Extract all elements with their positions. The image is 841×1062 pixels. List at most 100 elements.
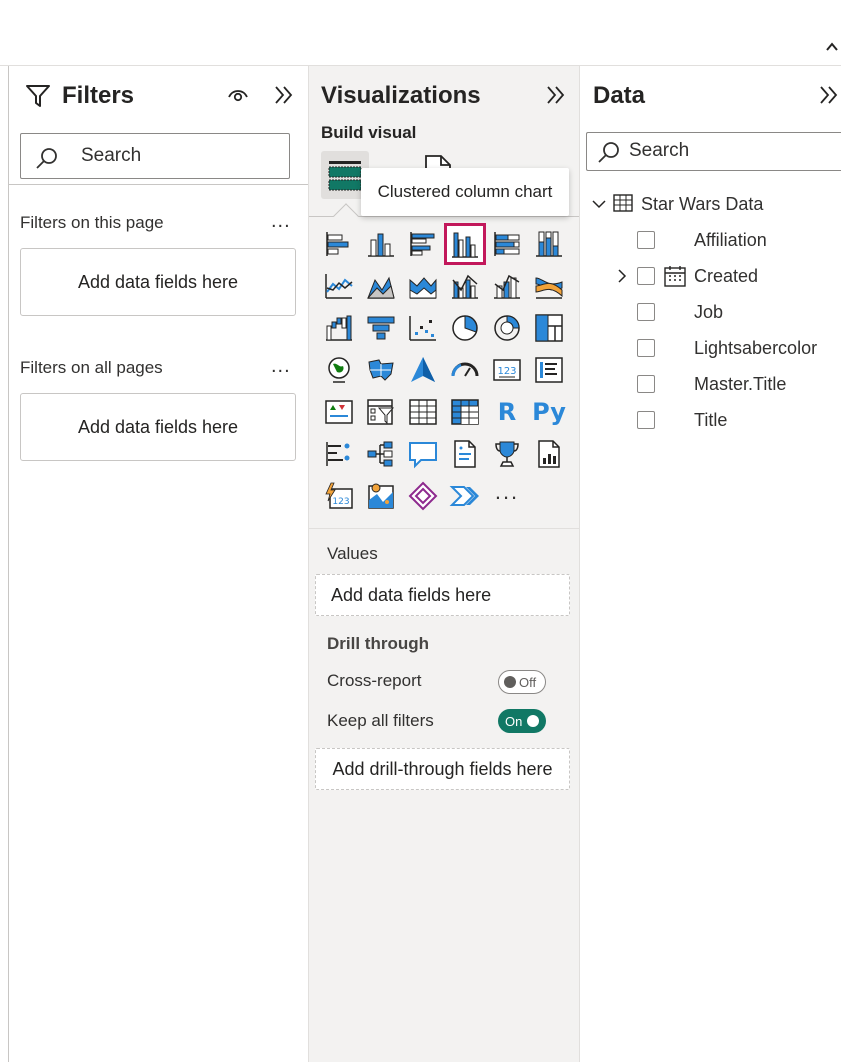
py-label: Py: [532, 398, 566, 426]
table-icon: [613, 194, 633, 212]
cross-report-label: Cross-report: [327, 671, 422, 690]
table-name[interactable]: Star Wars Data: [641, 194, 763, 215]
paginated-report-icon[interactable]: [531, 436, 567, 472]
field-name[interactable]: Lightsabercolor: [694, 338, 817, 359]
search-placeholder: Search: [81, 145, 142, 166]
field-name[interactable]: Job: [694, 302, 723, 323]
toggle-knob: [504, 676, 516, 688]
search-icon: [36, 148, 57, 169]
power-automate-icon[interactable]: [447, 478, 483, 514]
filters-pane: Filters Search Filters on this page ... …: [9, 66, 309, 1062]
smart-narrative-icon[interactable]: [447, 436, 483, 472]
filters-search-input[interactable]: Search: [20, 133, 290, 179]
data-search-input[interactable]: Search: [586, 132, 841, 171]
active-tab-indicator: [333, 203, 359, 229]
more-visuals-icon[interactable]: ...: [489, 478, 525, 514]
donut-chart-icon[interactable]: [489, 310, 525, 346]
kpi-icon[interactable]: [321, 394, 357, 430]
python-visual-icon[interactable]: Py: [531, 394, 567, 430]
search-icon: [598, 142, 619, 163]
line-chart-icon[interactable]: [321, 268, 357, 304]
field-name[interactable]: Created: [694, 266, 758, 287]
100-stacked-bar-chart-icon[interactable]: [489, 226, 525, 262]
metrics-icon[interactable]: [489, 436, 525, 472]
pie-chart-icon[interactable]: [447, 310, 483, 346]
drill-through-label: Drill through: [327, 634, 429, 653]
field-name[interactable]: Affiliation: [694, 230, 767, 251]
svg-text:123: 123: [497, 366, 516, 377]
field-name[interactable]: Master.Title: [694, 374, 786, 395]
clustered-bar-chart-icon[interactable]: [405, 226, 441, 262]
field-checkbox[interactable]: [637, 339, 655, 357]
data-title: Data: [593, 82, 646, 109]
key-influencers-icon[interactable]: [321, 436, 357, 472]
matrix-icon[interactable]: [447, 394, 483, 430]
visualizations-title: Visualizations: [321, 82, 481, 109]
filters-all-pages-drop-zone[interactable]: Add data fields here: [20, 393, 296, 461]
filters-page-drop-zone[interactable]: Add data fields here: [20, 248, 296, 316]
power-apps-diamond-icon[interactable]: [405, 478, 441, 514]
table-icon[interactable]: [405, 394, 441, 430]
drill-through-drop-zone[interactable]: Add drill-through fields here: [315, 748, 570, 790]
toggle-state: Off: [519, 674, 537, 690]
gauge-icon[interactable]: [447, 352, 483, 388]
line-stacked-column-chart-icon[interactable]: [489, 268, 525, 304]
chevron-up-icon[interactable]: [825, 40, 839, 54]
keep-all-filters-label: Keep all filters: [327, 711, 434, 730]
ribbon-area: [0, 0, 841, 66]
clustered-column-chart-icon[interactable]: [444, 223, 486, 265]
arcgis-map-icon[interactable]: [363, 478, 399, 514]
filters-title: Filters: [62, 82, 135, 109]
visual-tooltip: Clustered column chart: [361, 168, 569, 216]
100-stacked-column-chart-icon[interactable]: [531, 226, 567, 262]
area-chart-icon[interactable]: [363, 268, 399, 304]
more-options-button[interactable]: ...: [271, 210, 291, 233]
funnel-chart-icon[interactable]: [363, 310, 399, 346]
scatter-chart-icon[interactable]: [405, 310, 441, 346]
more-options-button[interactable]: ...: [271, 355, 291, 378]
more-label: ...: [494, 479, 520, 504]
data-pane: Data Search Star Wars Data Affiliation C…: [580, 66, 841, 1062]
cross-report-toggle[interactable]: Off: [498, 670, 546, 694]
field-checkbox[interactable]: [637, 267, 655, 285]
expand-pane-icon[interactable]: [545, 84, 567, 106]
toggle-knob: [527, 715, 540, 727]
treemap-icon[interactable]: [531, 310, 567, 346]
multi-row-card-icon[interactable]: [531, 352, 567, 388]
line-clustered-column-chart-icon[interactable]: [447, 268, 483, 304]
field-checkbox[interactable]: [637, 375, 655, 393]
keep-all-filters-toggle[interactable]: On: [498, 709, 546, 733]
qa-icon[interactable]: [405, 436, 441, 472]
calendar-icon: [664, 266, 686, 287]
build-visual-label: Build visual: [321, 123, 417, 142]
values-drop-zone[interactable]: Add data fields here: [315, 574, 570, 616]
slicer-icon[interactable]: [363, 394, 399, 430]
expand-pane-icon[interactable]: [273, 84, 295, 106]
r-script-visual-icon[interactable]: R: [489, 394, 525, 430]
azure-map-icon[interactable]: [405, 352, 441, 388]
waterfall-chart-icon[interactable]: [321, 310, 357, 346]
ribbon-chart-icon[interactable]: [531, 268, 567, 304]
chevron-right-icon[interactable]: [615, 268, 629, 284]
stacked-area-chart-icon[interactable]: [405, 268, 441, 304]
toggle-state: On: [505, 713, 523, 729]
r-label: R: [497, 398, 517, 426]
field-checkbox[interactable]: [637, 303, 655, 321]
expand-pane-icon[interactable]: [818, 84, 840, 106]
card-icon[interactable]: 123: [489, 352, 525, 388]
filled-map-icon[interactable]: [363, 352, 399, 388]
field-checkbox[interactable]: [637, 411, 655, 429]
divider: [309, 528, 579, 529]
stacked-column-chart-icon[interactable]: [363, 226, 399, 262]
power-apps-icon[interactable]: 123: [321, 478, 357, 514]
search-placeholder: Search: [629, 140, 690, 161]
map-icon[interactable]: [321, 352, 357, 388]
chevron-down-icon[interactable]: [591, 196, 607, 212]
values-label: Values: [327, 544, 378, 563]
field-name[interactable]: Title: [694, 410, 727, 431]
decomposition-tree-icon[interactable]: [363, 436, 399, 472]
divider: [9, 184, 308, 185]
stacked-bar-chart-icon[interactable]: [321, 226, 357, 262]
field-checkbox[interactable]: [637, 231, 655, 249]
eye-icon[interactable]: [227, 86, 249, 104]
